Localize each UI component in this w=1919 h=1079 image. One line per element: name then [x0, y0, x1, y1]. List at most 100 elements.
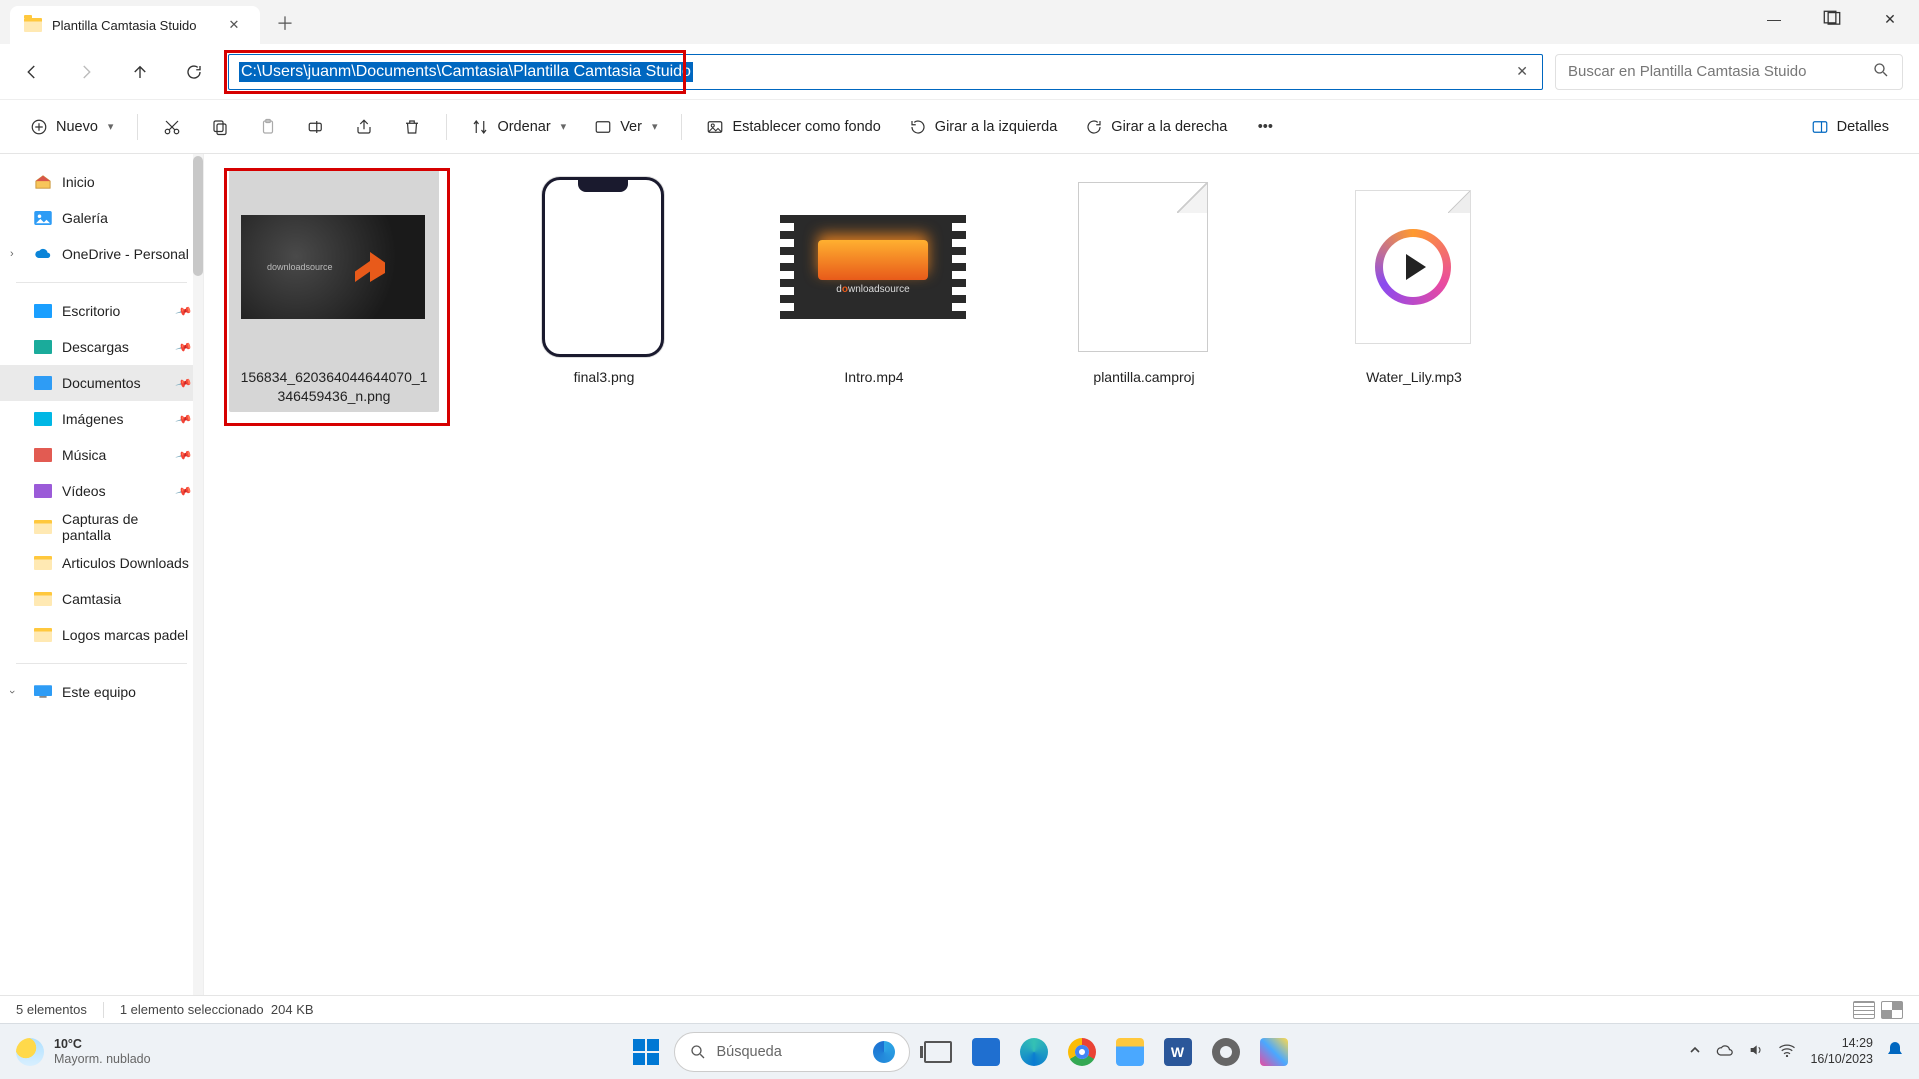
sidebar-item-home[interactable]: Inicio	[0, 164, 203, 200]
close-button[interactable]: ✕	[1861, 0, 1919, 38]
cut-button[interactable]	[152, 109, 192, 145]
notifications-button[interactable]	[1887, 1041, 1903, 1062]
sidebar-scrollbar[interactable]	[193, 154, 203, 995]
view-button[interactable]: Ver ▾	[584, 109, 667, 145]
pin-icon: 📌	[175, 482, 193, 500]
refresh-button[interactable]	[178, 56, 210, 88]
new-tab-button[interactable]: ＋	[268, 6, 302, 40]
refresh-icon	[185, 63, 203, 81]
chevron-down-icon: ▾	[108, 120, 114, 133]
expand-icon[interactable]: ›	[6, 690, 18, 694]
set-background-button[interactable]: Establecer como fondo	[696, 109, 890, 145]
store-icon	[972, 1038, 1000, 1066]
file-item[interactable]: plantilla.camproj	[1034, 168, 1254, 393]
share-icon	[355, 118, 373, 136]
sidebar-item-pictures[interactable]: Imágenes📌	[0, 401, 203, 437]
toolbar-divider	[446, 114, 447, 140]
taskbar-app-edge[interactable]	[1014, 1032, 1054, 1072]
wifi-icon[interactable]	[1778, 1043, 1796, 1060]
settings-icon	[1212, 1038, 1240, 1066]
forward-button[interactable]	[70, 56, 102, 88]
folder-icon	[34, 592, 52, 606]
file-item[interactable]: downloadsource 156834_620364044644070_13…	[224, 168, 444, 412]
onedrive-tray-icon[interactable]	[1716, 1044, 1734, 1060]
sort-button[interactable]: Ordenar ▾	[461, 109, 576, 145]
sidebar-item-videos[interactable]: Vídeos📌	[0, 473, 203, 509]
sidebar-item-thispc[interactable]: › Este equipo	[0, 674, 203, 710]
sidebar-label: Logos marcas padel	[62, 627, 188, 643]
taskbar-app-word[interactable]: W	[1158, 1032, 1198, 1072]
file-thumbnail: downloadsource	[773, 172, 973, 362]
volume-icon[interactable]	[1748, 1042, 1764, 1061]
more-button[interactable]: •••	[1245, 109, 1285, 145]
taskbar-app-chrome[interactable]	[1062, 1032, 1102, 1072]
share-button[interactable]	[344, 109, 384, 145]
rotate-right-button[interactable]: Girar a la derecha	[1075, 109, 1237, 145]
rename-button[interactable]	[296, 109, 336, 145]
sidebar-item-onedrive[interactable]: › OneDrive - Personal	[0, 236, 203, 272]
expand-icon[interactable]: ›	[10, 248, 14, 260]
sidebar-item-music[interactable]: Música📌	[0, 437, 203, 473]
file-item[interactable]: Water_Lily.mp3	[1304, 168, 1524, 393]
taskbar-app-explorer[interactable]	[1110, 1032, 1150, 1072]
address-bar[interactable]: C:\Users\juanm\Documents\Camtasia\Planti…	[228, 54, 1543, 90]
arrow-left-icon	[23, 63, 41, 81]
file-item[interactable]: final3.png	[494, 168, 714, 393]
rotate-left-icon	[909, 118, 927, 136]
copy-button[interactable]	[200, 109, 240, 145]
taskbar-app-settings[interactable]	[1206, 1032, 1246, 1072]
minimize-button[interactable]: ―	[1745, 0, 1803, 38]
search-placeholder: Buscar en Plantilla Camtasia Stuido	[1568, 63, 1806, 80]
paste-button[interactable]	[248, 109, 288, 145]
image-preview	[542, 177, 664, 357]
folder-icon	[34, 556, 52, 570]
scrollbar-thumb[interactable]	[193, 156, 203, 276]
sidebar-item-camtasia[interactable]: Camtasia	[0, 581, 203, 617]
clock[interactable]: 14:29 16/10/2023	[1810, 1036, 1873, 1067]
task-view-button[interactable]	[918, 1032, 958, 1072]
tab-close-button[interactable]: ✕	[220, 11, 248, 39]
sidebar-item-desktop[interactable]: Escritorio📌	[0, 293, 203, 329]
ellipsis-icon: •••	[1258, 119, 1273, 135]
sidebar-item-logos[interactable]: Logos marcas padel	[0, 617, 203, 653]
file-area[interactable]: downloadsource 156834_620364044644070_13…	[204, 154, 1919, 995]
address-clear-button[interactable]: ✕	[1512, 63, 1532, 80]
toolbar-divider	[681, 114, 682, 140]
music-icon	[34, 448, 52, 462]
search-input[interactable]: Buscar en Plantilla Camtasia Stuido	[1555, 54, 1903, 90]
details-pane-button[interactable]: Detalles	[1801, 109, 1899, 145]
pc-icon	[34, 685, 52, 699]
view-mode-toggle	[1853, 1001, 1903, 1019]
window-tab[interactable]: Plantilla Camtasia Stuido ✕	[10, 6, 260, 44]
file-item[interactable]: downloadsource Intro.mp4	[764, 168, 984, 393]
sidebar-item-documents[interactable]: Documentos📌	[0, 365, 203, 401]
weather-widget[interactable]: 10°C Mayorm. nublado	[16, 1037, 151, 1067]
sidebar-item-screenshots[interactable]: Capturas de pantalla	[0, 509, 203, 545]
file-name: plantilla.camproj	[1043, 366, 1245, 389]
back-button[interactable]	[16, 56, 48, 88]
new-label: Nuevo	[56, 119, 98, 135]
sidebar-item-articles[interactable]: Articulos Downloads	[0, 545, 203, 581]
new-button[interactable]: Nuevo ▾	[20, 109, 123, 145]
up-button[interactable]	[124, 56, 156, 88]
pin-icon: 📌	[175, 446, 193, 464]
taskbar-app-paint[interactable]	[1254, 1032, 1294, 1072]
file-thumbnail: downloadsource	[233, 172, 433, 362]
delete-button[interactable]	[392, 109, 432, 145]
sidebar-item-downloads[interactable]: Descargas📌	[0, 329, 203, 365]
sidebar-label: Descargas	[62, 339, 129, 355]
tray-overflow-button[interactable]	[1688, 1043, 1702, 1060]
audio-preview	[1355, 190, 1471, 344]
sidebar-item-gallery[interactable]: Galería	[0, 200, 203, 236]
maximize-button[interactable]	[1803, 0, 1861, 38]
onedrive-icon	[34, 247, 52, 261]
taskbar-app-store[interactable]	[966, 1032, 1006, 1072]
address-path[interactable]: C:\Users\juanm\Documents\Camtasia\Planti…	[239, 62, 693, 82]
rotate-left-button[interactable]: Girar a la izquierda	[899, 109, 1068, 145]
icons-view-button[interactable]	[1881, 1001, 1903, 1019]
start-button[interactable]	[626, 1032, 666, 1072]
time: 14:29	[1810, 1036, 1873, 1052]
details-view-button[interactable]	[1853, 1001, 1875, 1019]
navigation-sidebar[interactable]: Inicio Galería › OneDrive - Personal Esc…	[0, 154, 204, 995]
taskbar-search[interactable]: Búsqueda	[674, 1032, 910, 1072]
